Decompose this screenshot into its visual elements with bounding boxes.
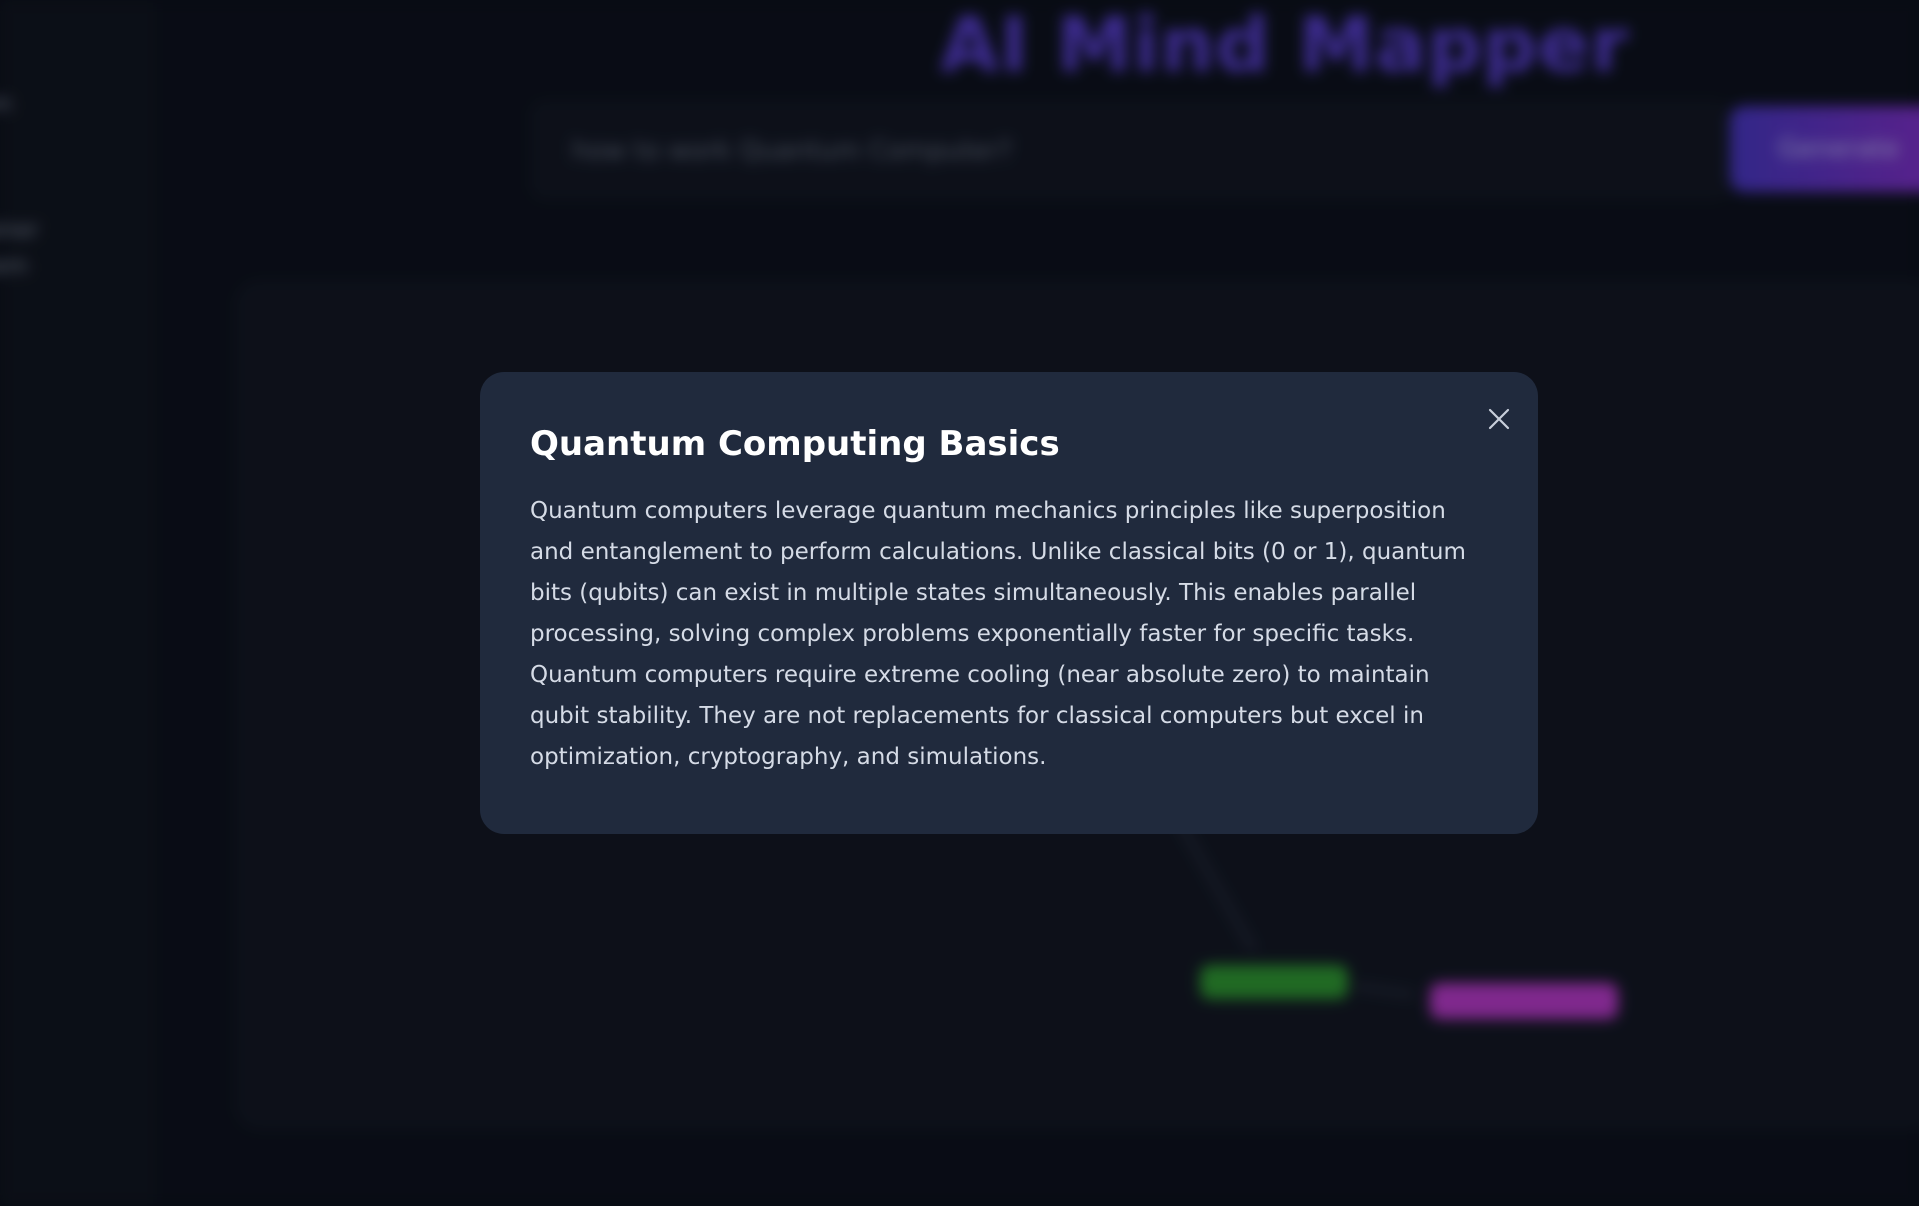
modal-body-text: Quantum computers leverage quantum mecha…	[530, 497, 1466, 770]
close-button[interactable]	[1482, 402, 1516, 436]
modal-title: Quantum Computing Basics	[530, 424, 1060, 464]
close-icon	[1482, 402, 1516, 436]
info-modal: Quantum Computing Basics Quantum compute…	[480, 372, 1538, 834]
